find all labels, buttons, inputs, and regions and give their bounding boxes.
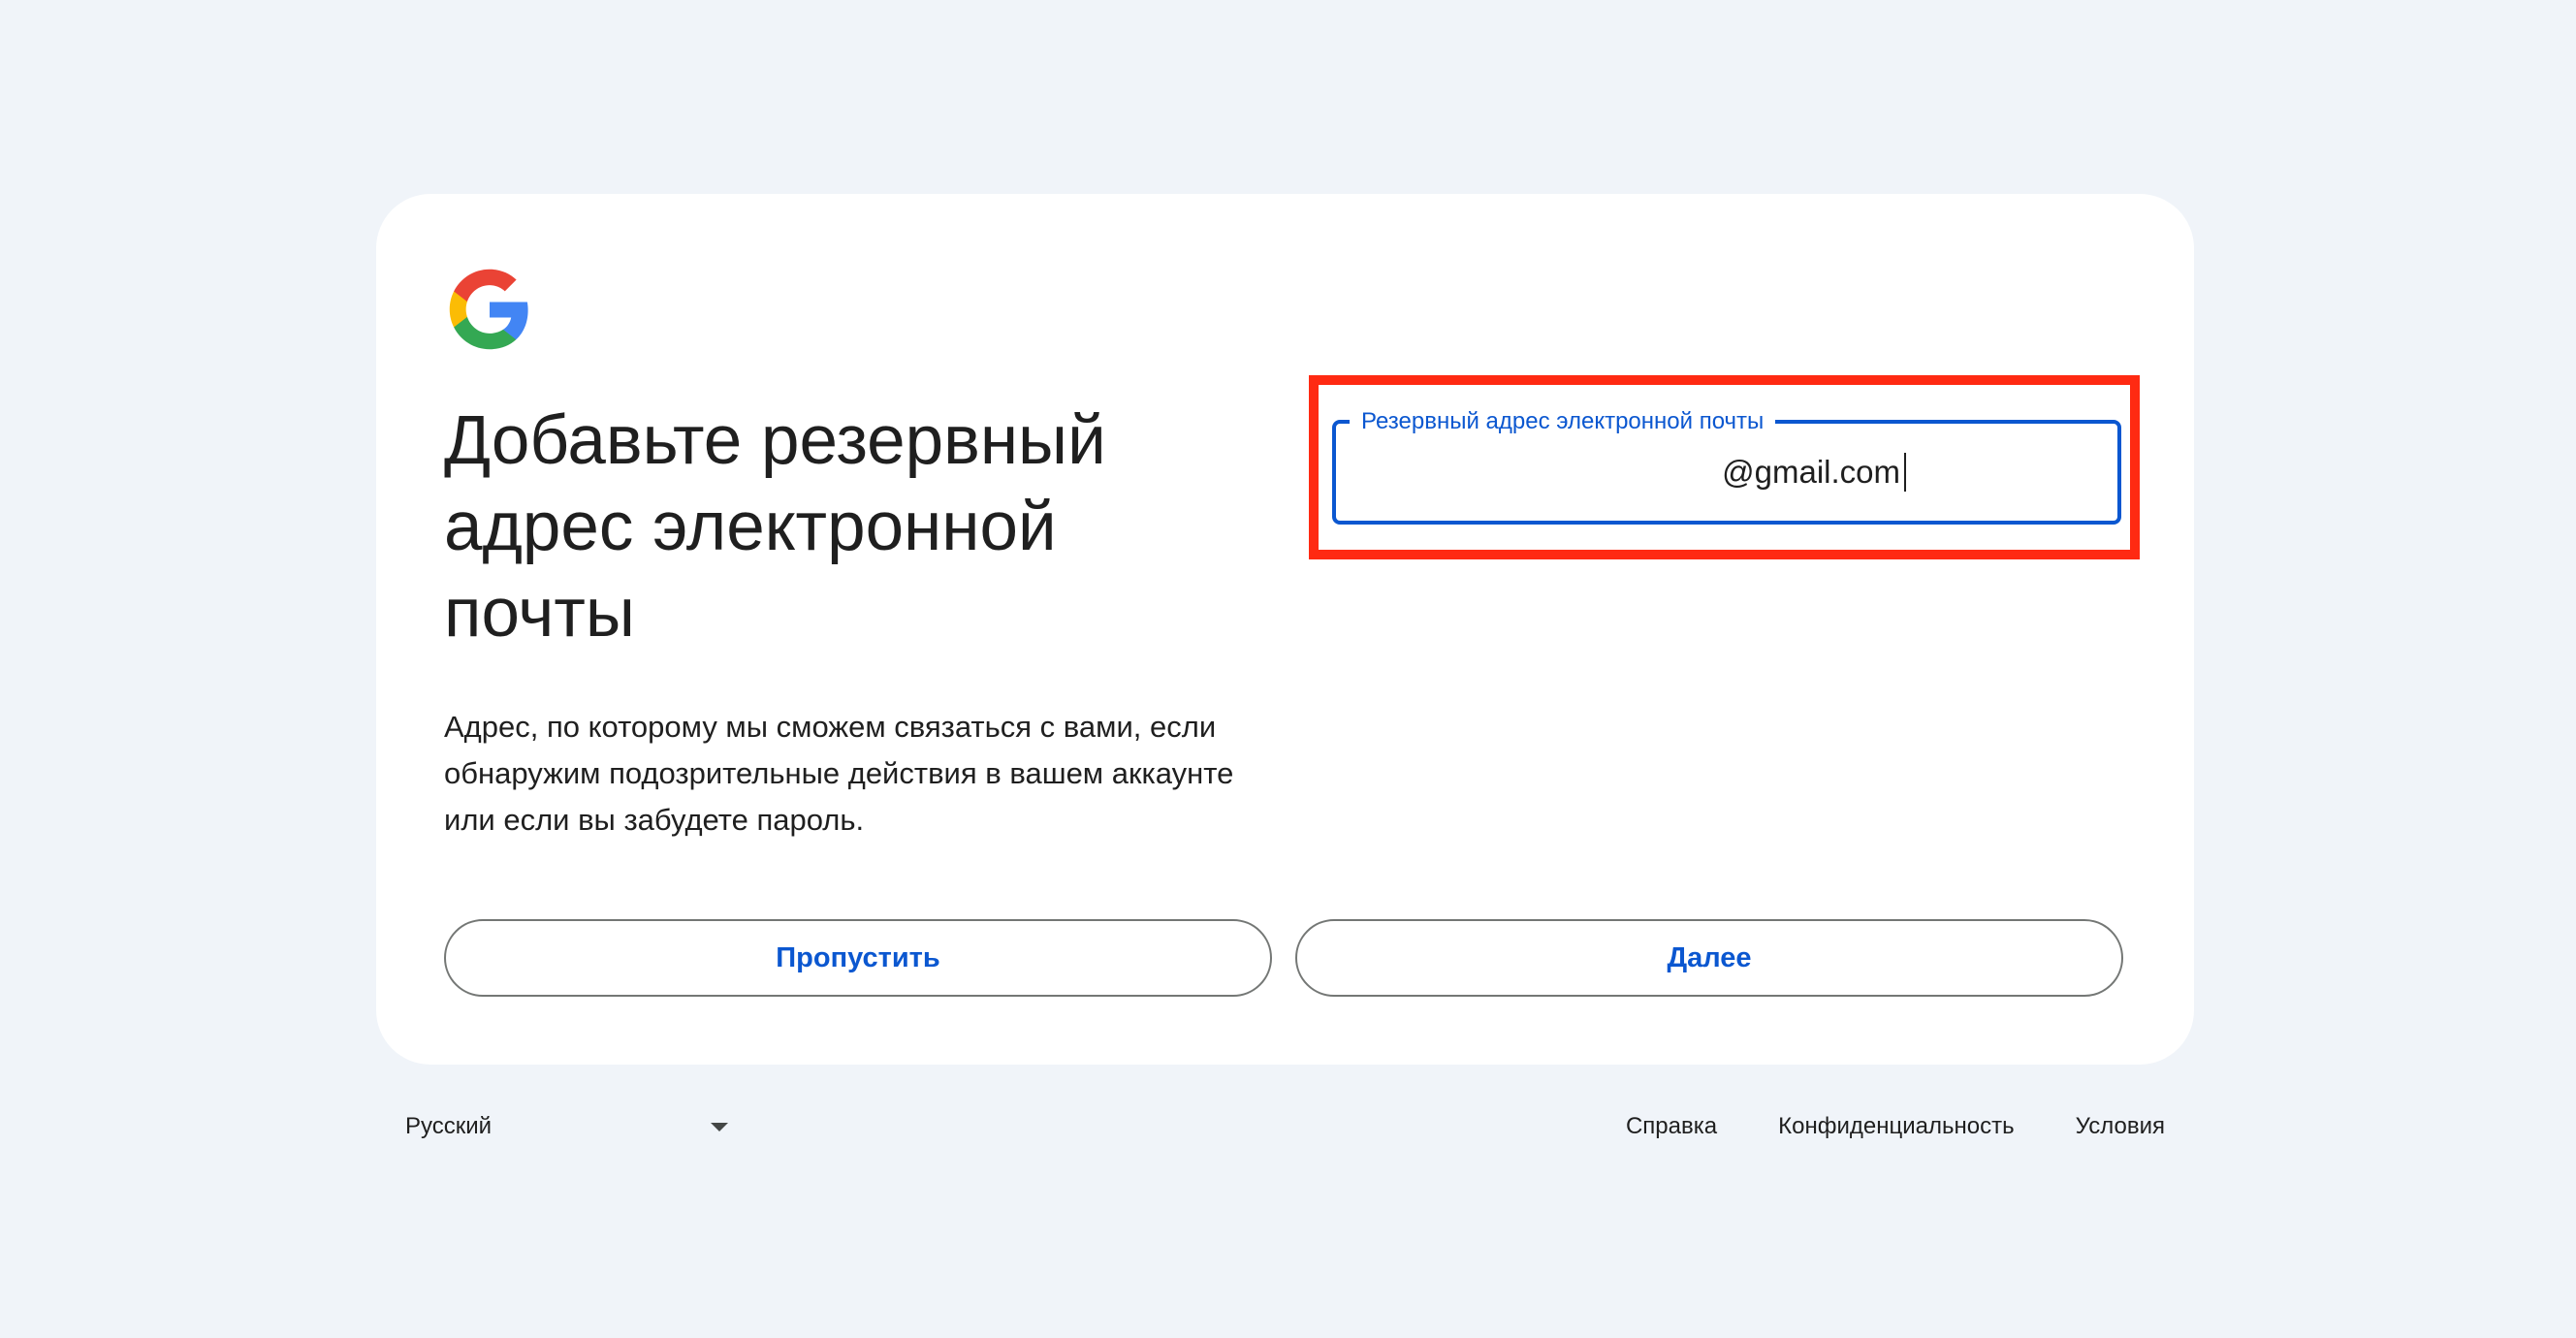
dropdown-arrow-icon <box>711 1123 728 1131</box>
google-logo-icon <box>449 269 528 350</box>
footer: Русский Справка Конфиденциальность Услов… <box>376 1096 2194 1158</box>
text-cursor <box>1904 453 1906 492</box>
signin-card: Добавьте резервный адрес электронной поч… <box>376 194 2194 1065</box>
backup-email-input[interactable]: @gmail.com <box>1578 449 1900 495</box>
terms-link[interactable]: Условия <box>2076 1113 2165 1140</box>
help-link[interactable]: Справка <box>1626 1113 1717 1140</box>
backup-email-value: @gmail.com <box>1722 454 1900 490</box>
page-title: Добавьте резервный адрес электронной поч… <box>444 402 1106 652</box>
backup-email-field[interactable]: Резервный адрес электронной почты @gmail… <box>1332 408 2121 525</box>
privacy-link[interactable]: Конфиденциальность <box>1778 1113 2014 1140</box>
backup-email-label: Резервный адрес электронной почты <box>1350 408 1776 435</box>
page-description: Адрес, по которому мы сможем связаться с… <box>444 710 1234 837</box>
next-button[interactable]: Далее <box>1295 919 2123 997</box>
language-selector[interactable]: Русский <box>376 1096 745 1158</box>
footer-links: Справка Конфиденциальность Условия <box>1626 1096 2165 1158</box>
language-label: Русский <box>405 1113 493 1139</box>
skip-button[interactable]: Пропустить <box>444 919 1272 997</box>
